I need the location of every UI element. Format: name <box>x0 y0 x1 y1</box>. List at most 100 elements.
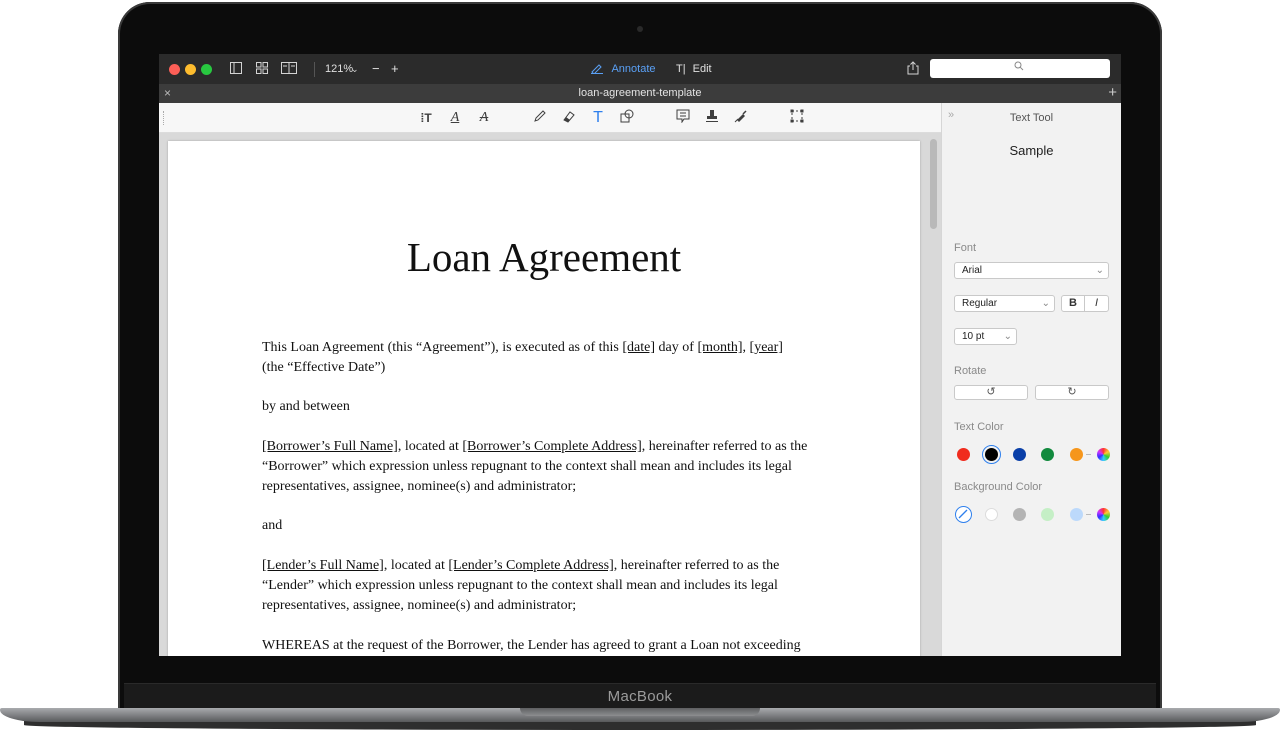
zoom-window-button[interactable] <box>201 64 212 75</box>
bg-color-white-swatch[interactable] <box>985 508 998 521</box>
text-color-green-swatch[interactable] <box>1041 448 1054 461</box>
window-titlebar: 121% ⌄ − + Annotate T| Edit <box>159 54 1121 84</box>
edit-mode-button[interactable]: T| Edit <box>676 60 712 78</box>
titlebar-divider <box>314 62 315 77</box>
search-icon <box>1014 61 1024 74</box>
paragraph-effective-date: This Loan Agreement (this “Agreement”), … <box>262 338 832 378</box>
italic-button[interactable]: I <box>1084 295 1109 312</box>
shapes-icon[interactable] <box>618 109 636 127</box>
document-title: Loan Agreement <box>406 234 682 280</box>
rotate-left-button[interactable]: ↺ <box>954 385 1028 400</box>
toolbar-grip[interactable] <box>163 111 165 125</box>
note-icon[interactable] <box>674 109 692 127</box>
search-input[interactable] <box>930 59 1110 78</box>
font-family-select[interactable]: Arial ⌄ <box>954 262 1109 279</box>
sidebar-toggle-icon[interactable] <box>230 62 242 77</box>
text-color-blue-swatch[interactable] <box>1013 448 1026 461</box>
chevron-down-icon: ⌄ <box>1041 298 1050 309</box>
zoom-out-button[interactable]: − <box>372 62 380 76</box>
new-tab-button[interactable]: + <box>1108 84 1117 101</box>
document-scrollbar[interactable] <box>930 139 937 229</box>
paragraph-by-and-between: by and between <box>262 399 350 414</box>
bg-color-light-green-swatch[interactable] <box>1041 508 1054 521</box>
grid-view-icon[interactable] <box>256 62 268 77</box>
font-style-select[interactable]: Regular ⌄ <box>954 295 1055 312</box>
signature-pen-icon[interactable] <box>732 109 750 127</box>
laptop-hinge-notch <box>520 708 760 716</box>
custom-color-picker-icon[interactable] <box>1097 448 1110 461</box>
bg-color-gray-swatch[interactable] <box>1013 508 1026 521</box>
zoom-dropdown-chevron-icon[interactable]: ⌄ <box>351 62 359 76</box>
rotate-right-button[interactable]: ↻ <box>1035 385 1109 400</box>
font-sample-preview: Sample <box>1009 143 1054 158</box>
eraser-icon[interactable] <box>560 109 578 127</box>
close-window-button[interactable] <box>169 64 180 75</box>
laptop-scene: 121% ⌄ − + Annotate T| Edit × loan-agree… <box>0 0 1280 735</box>
no-color-slash-icon <box>958 509 968 519</box>
edit-text-cursor-icon: T| <box>676 63 686 75</box>
minimize-window-button[interactable] <box>185 64 196 75</box>
date-field: [date] <box>622 340 656 355</box>
laptop-bezel-chin: MacBook <box>124 683 1156 710</box>
lender-address-field: [Lender’s Complete Address] <box>448 558 614 573</box>
no-color-swatch[interactable] <box>955 506 972 523</box>
font-size-value: 10 pt <box>962 331 985 342</box>
text-color-label: Text Color <box>954 421 1004 433</box>
pencil-icon[interactable] <box>531 109 549 127</box>
page-layout-icon[interactable] <box>281 62 297 77</box>
p3-text: , located at <box>397 439 463 454</box>
device-label: MacBook <box>607 688 673 705</box>
zoom-level[interactable]: 121% <box>325 62 353 76</box>
camera-icon <box>637 26 643 32</box>
text-color-black-swatch[interactable] <box>985 448 998 461</box>
zoom-in-button[interactable]: + <box>391 62 399 76</box>
background-color-label: Background Color <box>954 481 1043 493</box>
share-icon[interactable] <box>907 61 919 78</box>
annotate-label: Annotate <box>611 63 656 75</box>
stamp-icon[interactable] <box>703 109 721 127</box>
annotate-mode-button[interactable]: Annotate <box>590 60 656 78</box>
lender-name-field: [Lender’s Full Name] <box>262 558 384 573</box>
borrower-address-field: [Borrower’s Complete Address] <box>462 439 642 454</box>
document-viewport[interactable]: Loan Agreement This Loan Agreement (this… <box>159 133 941 656</box>
borrower-name-field: [Borrower’s Full Name] <box>262 439 398 454</box>
font-label: Font <box>954 242 977 254</box>
p1-text: (the “Effective Date”) <box>262 360 386 375</box>
swatch-separator <box>1086 454 1091 455</box>
font-size-select[interactable]: 10 pt ⌄ <box>954 328 1017 345</box>
crop-select-icon[interactable] <box>788 109 806 127</box>
rotate-label: Rotate <box>954 365 987 377</box>
bg-color-light-blue-swatch[interactable] <box>1070 508 1083 521</box>
text-color-red-swatch[interactable] <box>957 448 970 461</box>
paragraph-and: and <box>262 518 283 533</box>
app-window: 121% ⌄ − + Annotate T| Edit × loan-agree… <box>159 54 1121 656</box>
document-page[interactable]: Loan Agreement This Loan Agreement (this… <box>168 141 920 656</box>
p1-text: This Loan Agreement (this “Agreement”), … <box>262 340 623 355</box>
document-tab-bar: × loan-agreement-template + <box>159 84 1121 103</box>
p1-text: day of <box>655 340 698 355</box>
edit-label: Edit <box>692 63 712 75</box>
year-field: [year] <box>749 340 783 355</box>
text-select-icon[interactable]: ⁞T <box>417 109 435 127</box>
annotate-pen-icon <box>591 64 603 75</box>
custom-bg-color-picker-icon[interactable] <box>1097 508 1110 521</box>
document-tab-title[interactable]: loan-agreement-template <box>159 87 1121 99</box>
chevron-down-icon: ⌄ <box>1003 331 1012 342</box>
paragraph-borrower: [Borrower’s Full Name], located at [Borr… <box>262 437 832 497</box>
text-underline-icon[interactable]: A <box>446 109 464 127</box>
text-color-orange-swatch[interactable] <box>1070 448 1083 461</box>
font-style-value: Regular <box>962 298 998 309</box>
p5-text: , located at <box>383 558 449 573</box>
rotate-right-icon: ↻ <box>1067 386 1077 398</box>
annotation-toolbar: ⁞T A A T <box>159 103 941 133</box>
p1-text: , <box>742 340 750 355</box>
bold-button[interactable]: B <box>1061 295 1085 312</box>
rotate-left-icon: ↺ <box>986 386 996 398</box>
paragraph-whereas: WHEREAS at the request of the Borrower, … <box>262 638 801 653</box>
text-strikethrough-icon[interactable]: A <box>475 109 493 127</box>
text-tool-panel: » Text Tool Sample Font Arial ⌄ Regular ⌄ … <box>941 103 1121 656</box>
paragraph-lender: [Lender’s Full Name], located at [Lender… <box>262 556 832 616</box>
panel-title: Text Tool <box>1009 112 1054 124</box>
text-tool-icon[interactable]: T <box>589 109 607 127</box>
swatch-separator <box>1086 514 1091 515</box>
